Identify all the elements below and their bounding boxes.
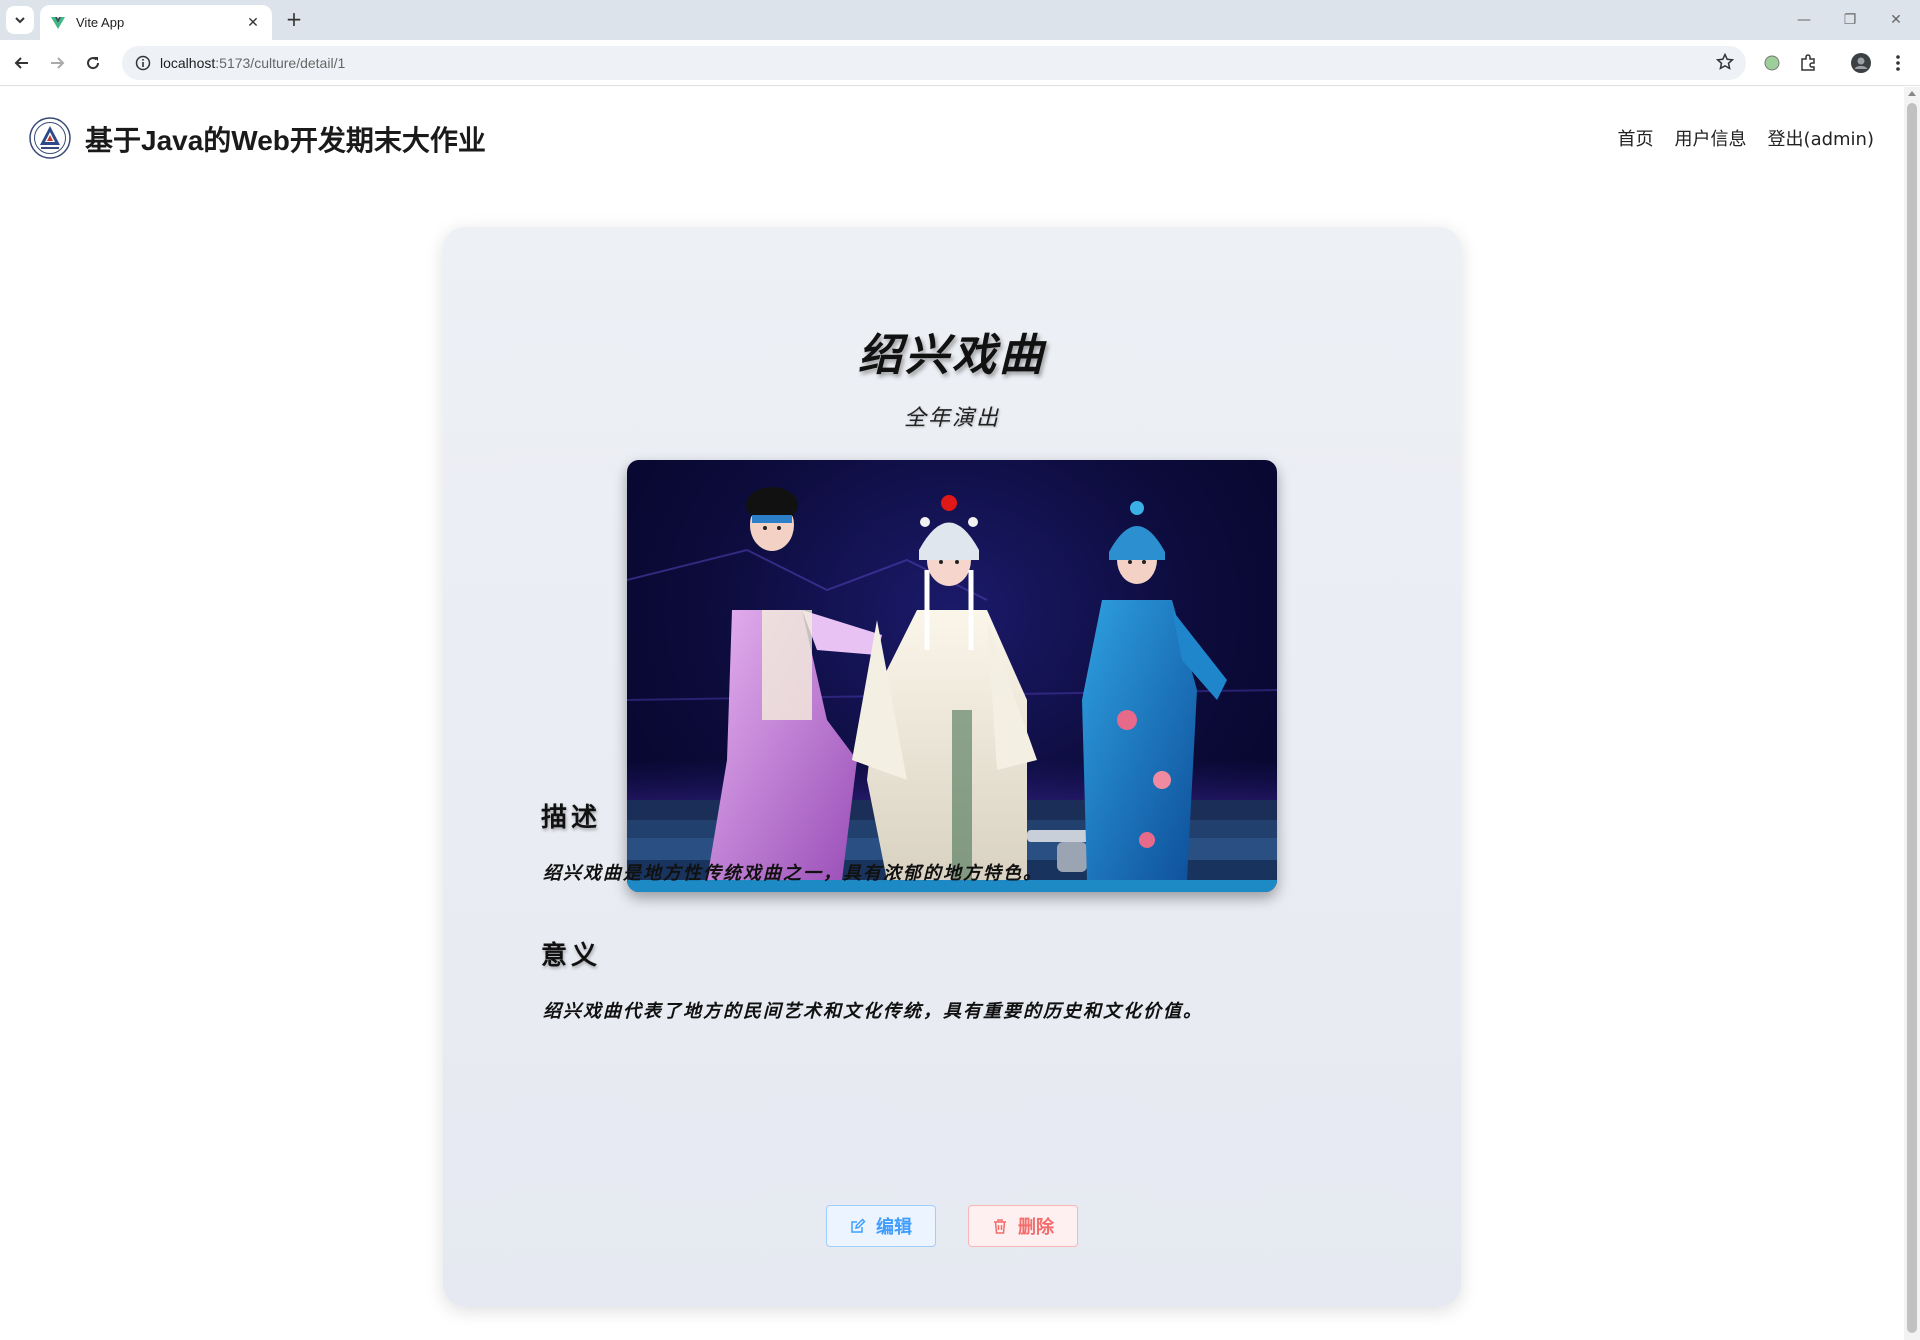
nav-logout[interactable]: 登出(admin)	[1768, 125, 1874, 151]
trash-icon	[994, 1219, 1006, 1234]
chevron-down-icon	[15, 17, 25, 24]
site-info-icon[interactable]	[126, 46, 160, 80]
university-logo-icon	[29, 117, 71, 159]
reload-button[interactable]	[79, 49, 107, 77]
bookmark-star-icon[interactable]	[1715, 52, 1735, 75]
tab-title: Vite App	[76, 15, 125, 30]
opera-performance-photo	[627, 460, 1277, 892]
scroll-thumb[interactable]	[1907, 103, 1917, 1333]
main-content: 绍兴戏曲 全年演出 描述 绍兴戏曲是地方性传统戏曲之一，具有浓郁的地方特色。 意…	[0, 187, 1904, 1340]
browser-toolbar: localhost:5173/culture/detail/1	[0, 40, 1920, 86]
nav-user-info[interactable]: 用户信息	[1675, 125, 1747, 151]
edit-icon	[851, 1218, 866, 1233]
minimize-button[interactable]: —	[1784, 6, 1824, 34]
top-nav: 首页 用户信息 登出(admin)	[1618, 125, 1874, 151]
site-title: 基于Java的Web开发期末大作业	[85, 125, 486, 156]
new-tab-button[interactable]: +	[282, 8, 306, 32]
back-button[interactable]	[8, 49, 36, 77]
profile-avatar-icon[interactable]	[1847, 49, 1875, 77]
extension-green-icon[interactable]	[1758, 49, 1786, 77]
page-scrollbar[interactable]	[1904, 87, 1920, 1340]
url-host: localhost	[160, 55, 216, 71]
browser-tabstrip: Vite App ✕ + — ❐ ✕	[0, 0, 1920, 40]
vite-logo-icon	[51, 16, 65, 29]
reload-icon	[87, 57, 100, 70]
browser-menu-icon[interactable]	[1884, 49, 1912, 77]
detail-subtitle: 全年演出	[903, 406, 1000, 431]
significance-text: 绍兴戏曲代表了地方的民间艺术和文化传统，具有重要的历史和文化价值。	[543, 1001, 1203, 1022]
description-text: 绍兴戏曲是地方性传统戏曲之一，具有浓郁的地方特色。	[543, 863, 1043, 884]
culture-detail-card: 绍兴戏曲 全年演出 描述 绍兴戏曲是地方性传统戏曲之一，具有浓郁的地方特色。 意…	[443, 227, 1461, 1307]
edit-button-label: 编辑	[876, 1217, 912, 1238]
address-bar[interactable]: localhost:5173/culture/detail/1	[122, 46, 1746, 80]
tab-search-button[interactable]	[6, 6, 34, 34]
close-window-button[interactable]: ✕	[1876, 6, 1916, 34]
detail-title: 绍兴戏曲	[858, 330, 1046, 381]
edit-button[interactable]: 编辑	[826, 1205, 936, 1247]
url-path: :5173/culture/detail/1	[215, 55, 346, 71]
delete-button-label: 删除	[1018, 1217, 1054, 1238]
forward-button[interactable]	[43, 49, 71, 77]
nav-home[interactable]: 首页	[1618, 125, 1654, 151]
delete-button[interactable]: 删除	[968, 1205, 1078, 1247]
arrow-right-icon	[51, 57, 65, 69]
app-header: 基于Java的Web开发期末大作业 首页 用户信息 登出(admin)	[0, 87, 1904, 187]
tab-close-icon[interactable]: ✕	[244, 15, 262, 31]
significance-heading: 意义	[541, 941, 602, 971]
scroll-up-arrow-icon[interactable]	[1908, 91, 1916, 96]
extensions-puzzle-icon[interactable]	[1794, 49, 1822, 77]
restore-button[interactable]: ❐	[1830, 6, 1870, 34]
arrow-left-icon	[14, 57, 28, 69]
browser-tab[interactable]: Vite App ✕	[40, 5, 272, 40]
description-heading: 描述	[541, 803, 602, 833]
